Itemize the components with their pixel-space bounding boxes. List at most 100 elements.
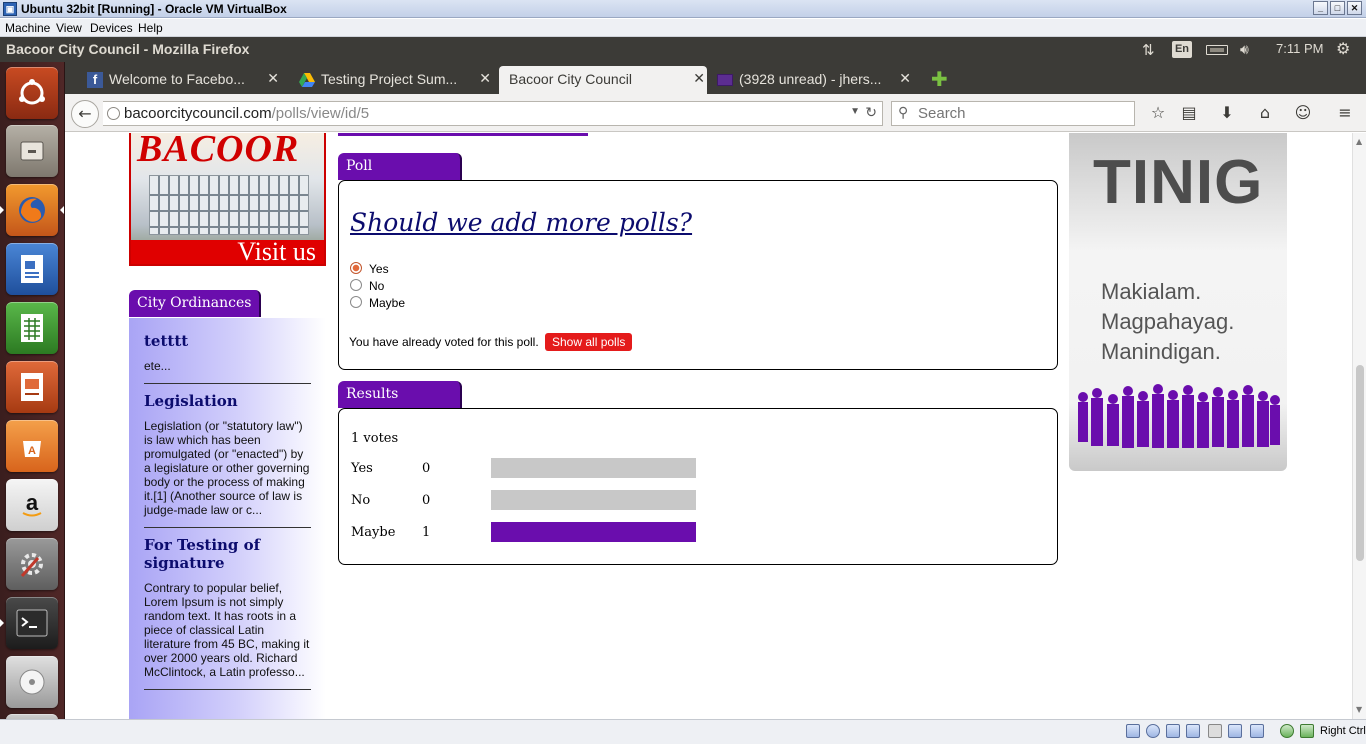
download-arrow-icon[interactable]: ⬇ bbox=[1217, 103, 1237, 123]
menu-view[interactable]: View bbox=[56, 21, 82, 35]
disc-icon[interactable] bbox=[6, 656, 58, 708]
display-icon[interactable] bbox=[1228, 724, 1242, 738]
reload-icon[interactable]: ↻ bbox=[865, 104, 877, 121]
calc-icon[interactable] bbox=[6, 302, 58, 354]
window-controls: _ □ ✕ bbox=[1313, 1, 1362, 15]
ordinance-excerpt: Contrary to popular belief, Lorem Ipsum … bbox=[144, 581, 310, 679]
usb-icon[interactable] bbox=[1166, 724, 1180, 738]
menu-machine[interactable]: Machine bbox=[5, 21, 50, 35]
vbox-titlebar: ▣ Ubuntu 32bit [Running] - Oracle VM Vir… bbox=[0, 0, 1366, 18]
page-scrollbar[interactable]: ▲ ▼ bbox=[1352, 133, 1366, 719]
scroll-down-arrow-icon[interactable]: ▼ bbox=[1356, 705, 1362, 714]
radio-button[interactable] bbox=[350, 279, 362, 291]
menu-devices[interactable]: Devices bbox=[90, 21, 133, 35]
visit-bacoor-banner[interactable]: BACOOR Visit us bbox=[129, 133, 326, 266]
result-bar-fill bbox=[491, 522, 696, 542]
ordinance-excerpt: Legislation (or "statutory law") is law … bbox=[144, 419, 310, 517]
ad-headline: TINIG bbox=[1093, 148, 1264, 217]
poll-question[interactable]: Should we add more polls? bbox=[350, 208, 692, 237]
host-key-label: Right Ctrl bbox=[1320, 725, 1366, 737]
video-capture-icon[interactable] bbox=[1250, 724, 1264, 738]
battery-icon[interactable] bbox=[1206, 45, 1228, 55]
total-votes: 1 votes bbox=[351, 431, 399, 446]
globe-icon bbox=[107, 107, 120, 120]
tinig-ad-banner[interactable]: TINIG Makialam. Magpahayag. Manindigan. bbox=[1069, 133, 1287, 471]
tab-close-icon[interactable]: ✕ bbox=[899, 70, 911, 87]
tab-label: (3928 unread) - jhers... bbox=[739, 71, 882, 87]
hamburger-menu-icon[interactable]: ≡ bbox=[1335, 103, 1355, 123]
radio-button[interactable] bbox=[350, 262, 362, 274]
radio-button[interactable] bbox=[350, 296, 362, 308]
ordinance-title[interactable]: For Testing of signature bbox=[144, 536, 311, 572]
menu-help[interactable]: Help bbox=[138, 21, 163, 35]
network-arrows-icon[interactable]: ⇅ bbox=[1142, 41, 1155, 59]
software-center-icon[interactable]: A bbox=[6, 420, 58, 472]
minimize-button[interactable]: _ bbox=[1313, 1, 1328, 15]
vbox-status-bar: Right Ctrl bbox=[0, 719, 1366, 744]
tab-facebook[interactable]: f Welcome to Facebo... ✕ bbox=[83, 66, 281, 94]
scrollbar-thumb[interactable] bbox=[1356, 365, 1364, 561]
show-all-polls-button[interactable]: Show all polls bbox=[545, 333, 633, 351]
session-gear-icon[interactable]: ⚙ bbox=[1336, 39, 1350, 59]
ordinance-title[interactable]: tetttt bbox=[144, 332, 311, 350]
ad-line: Magpahayag. bbox=[1101, 309, 1235, 334]
reading-list-icon[interactable]: ▤ bbox=[1179, 103, 1199, 123]
chat-icon[interactable]: ☺ bbox=[1293, 103, 1313, 123]
url-text[interactable]: bacoorcitycouncil.com/polls/view/id/5 bbox=[124, 105, 369, 122]
shared-folder-icon[interactable] bbox=[1208, 724, 1222, 738]
url-path: /polls/view/id/5 bbox=[271, 105, 370, 122]
city-hall-image bbox=[149, 175, 309, 235]
system-settings-icon[interactable] bbox=[6, 538, 58, 590]
tab-yahoo-mail[interactable]: (3928 unread) - jhers... ✕ bbox=[713, 66, 913, 94]
top-strip bbox=[338, 133, 588, 136]
search-bar[interactable]: ⚲ bbox=[891, 101, 1135, 126]
ordinance-title[interactable]: Legislation bbox=[144, 392, 311, 410]
home-icon[interactable]: ⌂ bbox=[1255, 103, 1275, 123]
impress-icon[interactable] bbox=[6, 361, 58, 413]
amazon-icon[interactable]: a bbox=[6, 479, 58, 531]
ubuntu-logo-icon[interactable] bbox=[6, 67, 58, 119]
tab-label: Testing Project Sum... bbox=[321, 71, 458, 87]
option-label: No bbox=[369, 279, 385, 293]
writer-icon[interactable] bbox=[6, 243, 58, 295]
optical-drive-icon[interactable] bbox=[1146, 724, 1160, 738]
tab-close-icon[interactable]: ✕ bbox=[479, 70, 491, 87]
tab-close-icon[interactable]: ✕ bbox=[693, 70, 705, 87]
files-icon[interactable] bbox=[6, 125, 58, 177]
scroll-up-arrow-icon[interactable]: ▲ bbox=[1356, 137, 1362, 146]
already-voted-message: You have already voted for this poll. bbox=[349, 335, 539, 349]
result-label-maybe: Maybe bbox=[351, 525, 396, 540]
url-dropdown-icon[interactable]: ▼ bbox=[850, 106, 860, 117]
mouse-integration-icon[interactable] bbox=[1280, 724, 1294, 738]
url-bar[interactable]: bacoorcitycouncil.com/polls/view/id/5 ▼ … bbox=[103, 101, 883, 126]
hard-disk-icon[interactable] bbox=[1126, 724, 1140, 738]
terminal-icon[interactable] bbox=[6, 597, 58, 649]
tab-close-icon[interactable]: ✕ bbox=[267, 70, 279, 87]
volume-icon[interactable]: 🔊︎ bbox=[1240, 41, 1249, 58]
keyboard-capture-icon[interactable] bbox=[1300, 724, 1314, 738]
back-arrow-icon[interactable]: ← bbox=[71, 100, 99, 128]
virtualbox-icon: ▣ bbox=[3, 2, 17, 16]
tab-bacoor-city-council[interactable]: Bacoor City Council ✕ bbox=[499, 66, 707, 94]
results-box: 1 votes Yes 0 No 0 Maybe 1 bbox=[338, 408, 1058, 565]
result-bar-no bbox=[491, 490, 696, 510]
search-input[interactable] bbox=[918, 104, 1128, 123]
keyboard-layout-indicator[interactable]: En bbox=[1172, 41, 1192, 58]
svg-text:a: a bbox=[26, 490, 39, 515]
vbox-menubar: Machine View Devices Help bbox=[0, 19, 1366, 37]
search-icon: ⚲ bbox=[898, 104, 909, 120]
divider bbox=[144, 383, 311, 384]
tab-testing-project[interactable]: Testing Project Sum... ✕ bbox=[295, 66, 493, 94]
new-tab-plus-icon[interactable]: ✚ bbox=[931, 69, 948, 89]
firefox-icon[interactable] bbox=[6, 184, 58, 236]
network-icon[interactable] bbox=[1186, 724, 1200, 738]
clock[interactable]: 7:11 PM bbox=[1276, 41, 1323, 56]
bookmark-star-icon[interactable]: ☆ bbox=[1148, 103, 1168, 123]
ordinance-item: tetttt ete... bbox=[144, 332, 311, 384]
google-drive-icon bbox=[299, 72, 315, 88]
firefox-window-title: Bacoor City Council - Mozilla Firefox bbox=[6, 41, 250, 57]
ordinances-panel: tetttt ete... Legislation Legislation (o… bbox=[129, 318, 326, 719]
unity-launcher: A a bbox=[0, 62, 65, 719]
maximize-button[interactable]: □ bbox=[1330, 1, 1345, 15]
close-button[interactable]: ✕ bbox=[1347, 1, 1362, 15]
